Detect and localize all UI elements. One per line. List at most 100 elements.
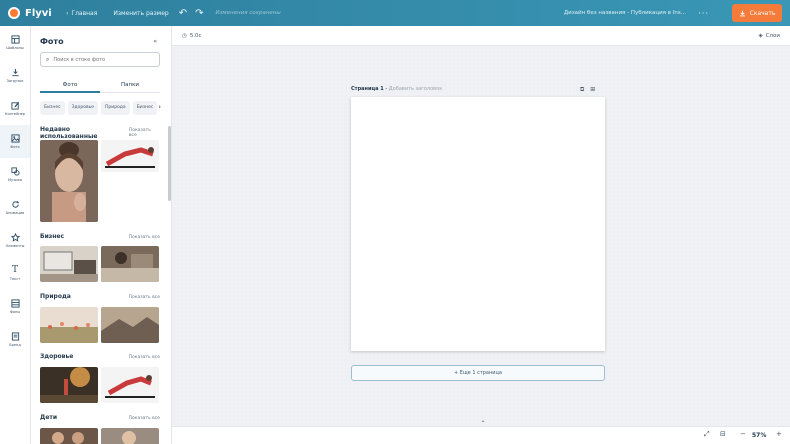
canvas-toolbar: ◷ 5.0с ◈ Слои xyxy=(172,26,790,46)
upload-icon xyxy=(11,68,19,77)
rail-item-music[interactable]: Музыка xyxy=(0,158,30,191)
landscape-image xyxy=(101,307,159,343)
add-page-button[interactable]: + Еще 1 страница xyxy=(351,365,605,381)
rail-item-container[interactable]: Контейнер xyxy=(0,92,30,125)
rail-item-elements[interactable]: Элементы xyxy=(0,224,30,257)
chevron-right-icon[interactable]: › xyxy=(158,103,161,111)
fitness-image xyxy=(101,140,159,172)
rail-item-animation[interactable]: Анимация xyxy=(0,191,30,224)
grid-icon[interactable]: ⊟ xyxy=(720,430,726,438)
section-title: Бизнес xyxy=(40,233,65,240)
photo-panel: Фото « ⌕ Фото Папки Бизнес Здоровье Прир… xyxy=(31,26,172,444)
section-business: Бизнес Показать все xyxy=(40,233,160,240)
chip-health[interactable]: Здоровье xyxy=(67,101,99,115)
rail-label: Бренд xyxy=(9,343,21,347)
rail-label: Контейнер xyxy=(4,112,26,116)
chip-nature[interactable]: Природа xyxy=(101,101,130,115)
show-all-link[interactable]: Показать все xyxy=(129,355,160,360)
more-icon[interactable]: ··· xyxy=(698,9,709,18)
duration-value: 5.0с xyxy=(189,32,202,39)
meeting-image xyxy=(101,246,159,282)
panel-scrollbar[interactable] xyxy=(168,126,171,201)
tab-photo[interactable]: Фото xyxy=(40,79,100,93)
redo-icon[interactable]: ↷ xyxy=(195,8,203,19)
rail-item-text[interactable]: T Текст xyxy=(0,257,30,290)
top-bar: Flyvi ‹ Главная Изменить размер ↶ ↷ Изме… xyxy=(0,0,790,26)
photo-thumb-woman[interactable] xyxy=(40,140,98,222)
photo-thumb-exercise[interactable] xyxy=(101,367,159,403)
photo-thumb-laptop[interactable] xyxy=(40,246,98,282)
section-title: Природа xyxy=(40,293,71,300)
laptop-image xyxy=(40,246,98,282)
brand-icon xyxy=(11,332,19,341)
section-title: Дети xyxy=(40,414,58,421)
category-chips: Бизнес Здоровье Природа Бизнес xyxy=(40,101,165,115)
home-link[interactable]: ‹ Главная xyxy=(66,10,97,17)
chip-business-2[interactable]: Бизнес xyxy=(132,101,158,115)
photo-thumb-fitness[interactable] xyxy=(101,140,159,172)
runner-image xyxy=(40,367,98,403)
duplicate-page-icon[interactable]: ⧉ xyxy=(580,86,584,94)
photo-thumb-kids-1[interactable] xyxy=(40,428,98,444)
rail-item-backgrounds[interactable]: Фоны xyxy=(0,290,30,323)
logo-mark-icon xyxy=(8,7,20,19)
meadow-image xyxy=(40,307,98,343)
rail-label: Шаблоны xyxy=(6,46,24,50)
photo-thumb-meeting[interactable] xyxy=(101,246,159,282)
show-all-link[interactable]: Показать все xyxy=(129,128,160,138)
rail-label: Фоны xyxy=(9,310,21,314)
rail-item-uploads[interactable]: Загрузки xyxy=(0,59,30,92)
rail-label: Анимация xyxy=(5,211,25,215)
design-page[interactable] xyxy=(351,97,605,351)
rail-label: Элементы xyxy=(5,244,25,248)
backgrounds-icon xyxy=(10,299,20,308)
photo-icon xyxy=(10,134,20,143)
animation-icon xyxy=(11,200,19,208)
resize-label: Изменить размер xyxy=(113,9,169,17)
search-input[interactable] xyxy=(53,56,154,63)
show-all-link[interactable]: Показать все xyxy=(129,416,160,421)
woman-portrait-image xyxy=(40,140,98,222)
resize-button[interactable]: Изменить размер xyxy=(113,10,168,17)
rail-label: Загрузки xyxy=(6,79,24,83)
download-button[interactable]: Скачать xyxy=(732,4,782,22)
add-title-input[interactable]: Добавить заголовок xyxy=(389,86,442,92)
logo-text: Flyvi xyxy=(25,7,52,19)
photo-thumb-meadow[interactable] xyxy=(40,307,98,343)
layers-button[interactable]: ◈ Слои xyxy=(758,33,780,39)
tab-folders[interactable]: Папки xyxy=(100,79,160,93)
exercise-image xyxy=(101,367,159,403)
chevron-up-icon[interactable]: ⌃ xyxy=(478,421,488,427)
undo-icon[interactable]: ↶ xyxy=(179,8,187,19)
collapse-panel-icon[interactable]: « xyxy=(153,38,157,45)
section-health: Здоровье Показать все xyxy=(40,353,160,360)
logo[interactable]: Flyvi xyxy=(8,7,62,19)
photo-thumb-kids-2[interactable] xyxy=(101,428,159,444)
show-all-link[interactable]: Показать все xyxy=(129,295,160,300)
document-name[interactable]: Дизайн без названия - Публикация в Ins..… xyxy=(564,10,686,16)
search-box[interactable]: ⌕ xyxy=(40,52,160,67)
photo-thumb-landscape[interactable] xyxy=(101,307,159,343)
duration-control[interactable]: ◷ 5.0с xyxy=(182,33,202,39)
fit-screen-icon[interactable]: ⤢ xyxy=(704,430,710,439)
chevron-left-icon: ‹ xyxy=(66,9,69,17)
home-label: Главная xyxy=(71,9,98,17)
templates-icon xyxy=(10,35,20,44)
rail-item-photo[interactable]: Фото xyxy=(0,125,30,158)
kids-image xyxy=(40,428,98,444)
add-page-icon[interactable]: ⊞ xyxy=(590,86,595,94)
section-kids: Дети Показать все xyxy=(40,414,160,421)
photo-thumb-runner[interactable] xyxy=(40,367,98,403)
rail-item-templates[interactable]: Шаблоны xyxy=(0,26,30,59)
rail-item-brand[interactable]: Бренд xyxy=(0,323,30,356)
zoom-in-button[interactable]: + xyxy=(776,430,782,438)
layers-label: Слои xyxy=(765,32,780,39)
page-label: Страница 1 - Добавить заголовок xyxy=(351,86,442,92)
zoom-level[interactable]: 57% xyxy=(752,432,766,439)
download-label: Скачать xyxy=(749,9,776,17)
page-number: Страница 1 xyxy=(351,86,384,92)
show-all-link[interactable]: Показать все xyxy=(129,235,160,240)
chip-business[interactable]: Бизнес xyxy=(40,101,65,115)
zoom-out-button[interactable]: − xyxy=(740,430,746,438)
text-icon: T xyxy=(11,265,18,275)
